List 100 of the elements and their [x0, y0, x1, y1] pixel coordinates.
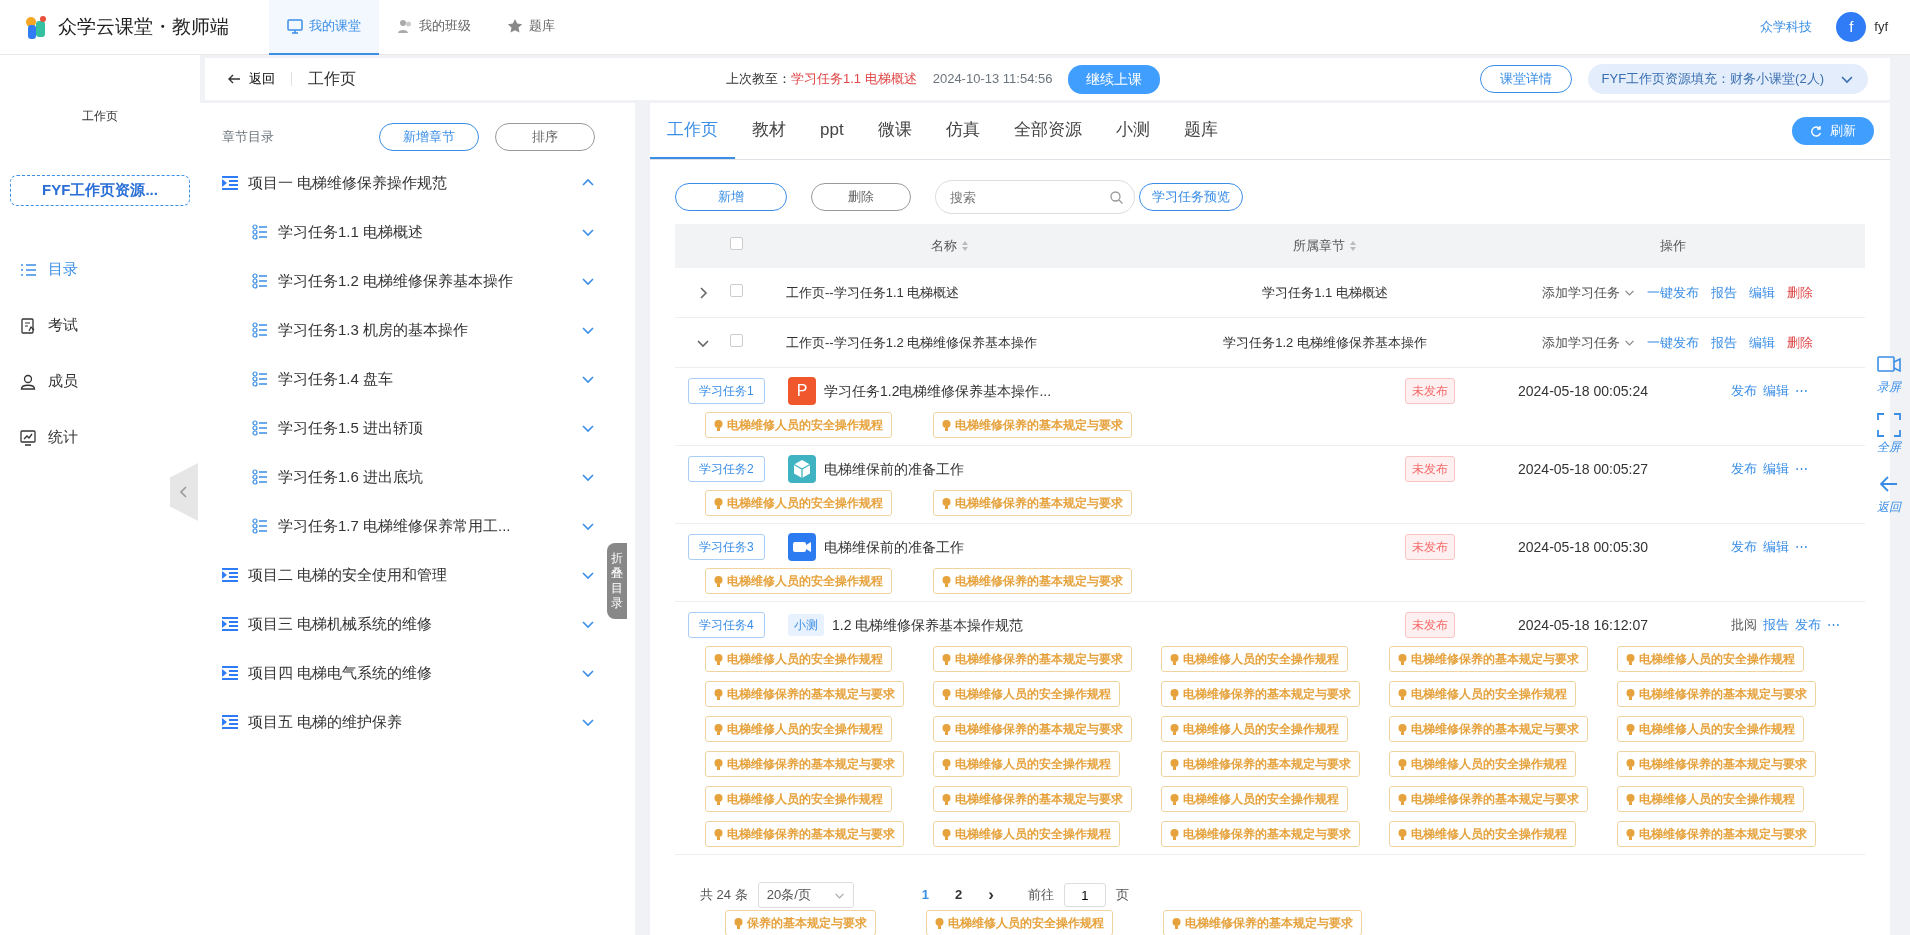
knowledge-point-tag[interactable]: 电梯维修保养的基本规定与要求: [1163, 910, 1362, 935]
sidebar-item[interactable]: 统计: [0, 409, 200, 466]
action-link[interactable]: 报告: [1705, 332, 1743, 353]
knowledge-point-tag[interactable]: 电梯维修人员的安全操作规程: [1617, 716, 1804, 742]
action-link[interactable]: 发布: [1728, 537, 1760, 557]
knowledge-point-tag[interactable]: 保养的基本规定与要求: [725, 910, 876, 935]
action-link[interactable]: 报告: [1760, 615, 1792, 635]
knowledge-point-tag[interactable]: 电梯维修人员的安全操作规程: [705, 568, 892, 594]
task-preview-button[interactable]: 学习任务预览: [1139, 183, 1243, 211]
resource-tab[interactable]: 教材: [735, 103, 803, 159]
sidebar-item[interactable]: 成员: [0, 353, 200, 410]
sidebar-item[interactable]: 目录: [0, 241, 200, 298]
knowledge-point-tag[interactable]: 电梯维修保养的基本规定与要求: [1389, 786, 1588, 812]
action-link[interactable]: 编辑: [1760, 381, 1792, 401]
action-link[interactable]: 一键发布: [1641, 282, 1705, 303]
knowledge-point-tag[interactable]: 电梯维修保养的基本规定与要求: [1617, 751, 1816, 777]
class-select[interactable]: FYF工作页资源填充：财务小课堂(2人): [1587, 64, 1868, 94]
page-number[interactable]: 1: [913, 885, 937, 905]
action-link[interactable]: 删除: [1781, 282, 1819, 303]
knowledge-point-tag[interactable]: 电梯维修保养的基本规定与要求: [933, 412, 1132, 438]
knowledge-point-tag[interactable]: 电梯维修保养的基本规定与要求: [1161, 681, 1360, 707]
action-link[interactable]: 编辑: [1743, 282, 1781, 303]
knowledge-point-tag[interactable]: 电梯维修人员的安全操作规程: [705, 786, 892, 812]
knowledge-point-tag[interactable]: 电梯维修人员的安全操作规程: [705, 412, 892, 438]
add-task-dropdown[interactable]: 添加学习任务: [1536, 282, 1641, 303]
knowledge-point-tag[interactable]: 电梯维修保养的基本规定与要求: [705, 821, 904, 847]
knowledge-point-tag[interactable]: 电梯维修人员的安全操作规程: [705, 716, 892, 742]
search-field[interactable]: 搜索: [935, 180, 1135, 214]
nav-tab[interactable]: 题库: [489, 0, 573, 55]
knowledge-point-tag[interactable]: 电梯维修保养的基本规定与要求: [1389, 716, 1588, 742]
page-size-select[interactable]: 20条/页: [757, 882, 854, 908]
add-task-dropdown[interactable]: 添加学习任务: [1536, 332, 1641, 353]
knowledge-point-tag[interactable]: 电梯维修保养的基本规定与要求: [705, 751, 904, 777]
float-tool-button[interactable]: 全屏: [1876, 412, 1902, 456]
knowledge-point-tag[interactable]: 电梯维修保养的基本规定与要求: [1617, 681, 1816, 707]
action-link[interactable]: 发布: [1728, 459, 1760, 479]
knowledge-point-tag[interactable]: 电梯维修人员的安全操作规程: [1617, 646, 1804, 672]
action-link[interactable]: 报告: [1705, 282, 1743, 303]
resource-tab[interactable]: 工作页: [650, 103, 735, 159]
row-checkbox[interactable]: [730, 283, 743, 297]
more-button[interactable]: ⋯: [1824, 615, 1843, 635]
tree-item[interactable]: 项目二 电梯的安全使用和管理: [222, 550, 595, 600]
tree-item[interactable]: 项目三 电梯机械系统的维修: [222, 599, 595, 649]
add-chapter-button[interactable]: 新增章节: [379, 123, 479, 151]
action-link[interactable]: 编辑: [1760, 537, 1792, 557]
more-button[interactable]: ⋯: [1792, 381, 1811, 401]
tree-item[interactable]: 项目四 电梯电气系统的维修: [222, 648, 595, 698]
knowledge-point-tag[interactable]: 电梯维修人员的安全操作规程: [926, 910, 1113, 935]
knowledge-point-tag[interactable]: 电梯维修保养的基本规定与要求: [1161, 821, 1360, 847]
class-details-button[interactable]: 课堂详情: [1479, 65, 1572, 93]
page-input[interactable]: 1: [1063, 883, 1106, 907]
action-link[interactable]: 发布: [1728, 381, 1760, 401]
knowledge-point-tag[interactable]: 电梯维修人员的安全操作规程: [1617, 786, 1804, 812]
resource-tab[interactable]: 仿真: [928, 103, 997, 159]
tree-item[interactable]: 学习任务1.6 进出底坑: [222, 452, 595, 502]
knowledge-point-tag[interactable]: 电梯维修人员的安全操作规程: [933, 681, 1120, 707]
refresh-button[interactable]: 刷新: [1792, 117, 1874, 145]
knowledge-point-tag[interactable]: 电梯维修人员的安全操作规程: [933, 821, 1120, 847]
action-link[interactable]: 编辑: [1743, 332, 1781, 353]
knowledge-point-tag[interactable]: 电梯维修保养的基本规定与要求: [1389, 646, 1588, 672]
knowledge-point-tag[interactable]: 电梯维修保养的基本规定与要求: [705, 681, 904, 707]
more-button[interactable]: ⋯: [1792, 537, 1811, 557]
knowledge-point-tag[interactable]: 电梯维修保养的基本规定与要求: [933, 490, 1132, 516]
nav-tab[interactable]: 我的课堂: [269, 0, 379, 55]
tree-item[interactable]: 项目五 电梯的维护保养: [222, 697, 595, 747]
knowledge-point-tag[interactable]: 电梯维修保养的基本规定与要求: [933, 568, 1132, 594]
knowledge-point-tag[interactable]: 电梯维修人员的安全操作规程: [933, 751, 1120, 777]
resource-tab[interactable]: 题库: [1166, 103, 1235, 159]
tree-item[interactable]: 学习任务1.7 电梯维修保养常用工...: [222, 501, 595, 551]
course-button[interactable]: FYF工作页资源...: [10, 175, 190, 206]
page-number[interactable]: 2: [946, 885, 971, 905]
continue-class-button[interactable]: 继续上课: [1068, 64, 1161, 94]
knowledge-point-tag[interactable]: 电梯维修保养的基本规定与要求: [1161, 751, 1360, 777]
knowledge-point-tag[interactable]: 电梯维修人员的安全操作规程: [1161, 646, 1348, 672]
tree-item[interactable]: 学习任务1.4 盘车: [222, 354, 595, 404]
knowledge-point-tag[interactable]: 电梯维修保养的基本规定与要求: [933, 716, 1132, 742]
tree-item[interactable]: 学习任务1.5 进出轿顶: [222, 403, 595, 453]
action-link[interactable]: 删除: [1781, 332, 1819, 353]
next-page-button[interactable]: ›: [980, 882, 1002, 908]
resource-tab[interactable]: ppt: [803, 103, 861, 159]
action-link[interactable]: 批阅: [1728, 615, 1760, 635]
add-button[interactable]: 新增: [675, 183, 787, 211]
resource-tab[interactable]: 微课: [860, 103, 929, 159]
action-link[interactable]: 一键发布: [1641, 332, 1705, 353]
tree-item[interactable]: 学习任务1.3 机房的基本操作: [222, 305, 595, 355]
select-all-checkbox[interactable]: [730, 237, 743, 251]
tree-item[interactable]: 学习任务1.1 电梯概述: [222, 207, 595, 257]
tree-item[interactable]: 学习任务1.2 电梯维修保养基本操作: [222, 256, 595, 306]
action-link[interactable]: 编辑: [1760, 459, 1792, 479]
delete-button[interactable]: 删除: [811, 183, 911, 211]
last-task-link[interactable]: 学习任务1.1 电梯概述: [791, 69, 917, 89]
back-button[interactable]: 返回: [227, 69, 275, 89]
knowledge-point-tag[interactable]: 电梯维修人员的安全操作规程: [705, 646, 892, 672]
resource-tab[interactable]: 小测: [1098, 103, 1167, 159]
collapse-catalog-tab[interactable]: 折叠目录: [607, 543, 627, 619]
knowledge-point-tag[interactable]: 电梯维修人员的安全操作规程: [1389, 681, 1576, 707]
more-button[interactable]: ⋯: [1792, 459, 1811, 479]
float-tool-button[interactable]: 返回: [1876, 472, 1902, 516]
sidebar-item[interactable]: 考试: [0, 297, 200, 354]
action-link[interactable]: 发布: [1792, 615, 1824, 635]
